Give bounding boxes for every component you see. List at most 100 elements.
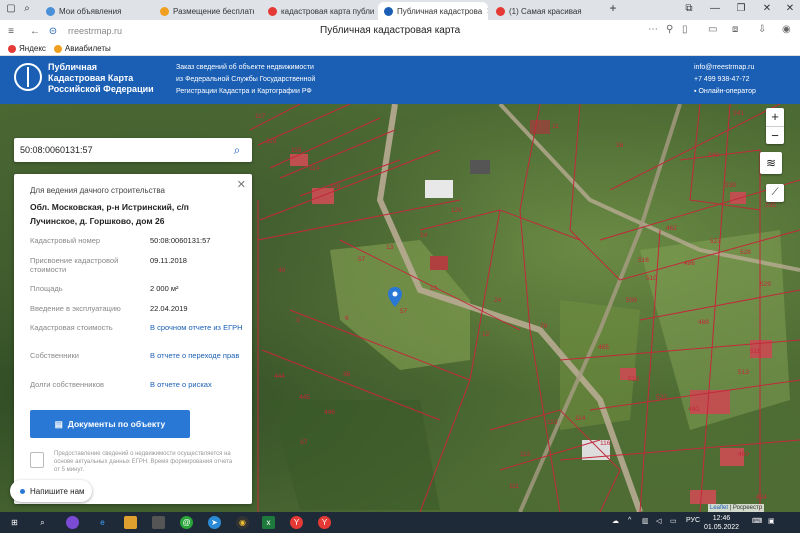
tab-youtube[interactable]: (1) Самая красивая	[490, 2, 598, 20]
zoom-out-button[interactable]: −	[766, 126, 784, 144]
parcel-number-label[interactable]: 13	[430, 285, 438, 292]
parcel-number-label[interactable]: 24	[420, 232, 428, 239]
ime-icon[interactable]: ⌨	[752, 517, 762, 525]
parcel-number-label[interactable]: 113	[547, 419, 558, 426]
contact-email[interactable]: info@rreestrmap.ru	[694, 62, 756, 74]
bookmark-avia[interactable]: Авиабилеты	[53, 44, 111, 53]
search-task-icon[interactable]: ⌕	[36, 516, 49, 529]
parcel-number-label[interactable]: 528	[740, 249, 751, 256]
parcel-number-label[interactable]: 510	[646, 275, 657, 282]
parcel-number-label[interactable]: 57	[358, 256, 366, 263]
parcel-number-label[interactable]: 488	[698, 319, 709, 326]
parcel-number-label[interactable]: 112	[520, 451, 531, 458]
parcel-number-label[interactable]: 115	[291, 147, 302, 154]
start-icon[interactable]: ⊞	[8, 516, 21, 529]
edge-icon[interactable]: e	[96, 516, 109, 529]
new-tab-button[interactable]: +	[606, 1, 620, 15]
excel-icon[interactable]: x	[262, 516, 275, 529]
restore-icon[interactable]: ❐	[734, 3, 748, 14]
file-explorer-icon[interactable]	[124, 516, 137, 529]
owners-link[interactable]: В отчете о переходе прав	[150, 351, 246, 360]
parcel-number-label[interactable]: 490	[688, 406, 699, 413]
extensions-icon[interactable]: ⧈	[732, 24, 738, 35]
parcel-number-label[interactable]: 118	[330, 183, 341, 190]
zoom-in-button[interactable]: +	[766, 108, 784, 126]
yandex-browser-icon-2[interactable]: Y	[318, 516, 331, 529]
parcel-number-label[interactable]: 462	[666, 225, 677, 232]
parcel-number-label[interactable]: 36	[343, 371, 351, 378]
parcel-number-label[interactable]: 444	[274, 373, 285, 380]
parcel-number-label[interactable]: 111	[509, 483, 519, 490]
window-close-icon[interactable]: ✕	[760, 3, 774, 14]
cadastral-search-input[interactable]	[20, 142, 220, 158]
tab-search-icon[interactable]: ⌕	[20, 3, 34, 14]
parcel-number-label[interactable]: 445	[299, 394, 310, 401]
reading-mode-icon[interactable]: ▭	[708, 24, 717, 35]
parcel-number-label[interactable]: 527	[710, 238, 721, 245]
search-icon[interactable]: ⌕	[228, 141, 246, 159]
tab-public-cadastral-map[interactable]: Публичная кадастрова ✕	[378, 2, 488, 20]
parcel-number-label[interactable]: 240	[708, 152, 719, 159]
parcel-number-label[interactable]: 11	[552, 123, 559, 130]
parcel-number-label[interactable]: 516	[638, 257, 649, 264]
url-field[interactable]: rreestrmap.ru	[68, 26, 122, 36]
parcel-number-label[interactable]: 116	[600, 440, 611, 447]
back-icon[interactable]: ←	[28, 26, 42, 37]
parcel-number-label[interactable]: 486	[684, 260, 695, 267]
minimize-icon[interactable]: —	[708, 3, 722, 14]
battery-icon[interactable]: ▭	[670, 517, 677, 525]
parcel-number-label[interactable]: 513	[738, 369, 749, 376]
parcel-number-label[interactable]: 511	[750, 348, 761, 355]
menu-icon[interactable]: ≡	[4, 26, 18, 37]
profile-icon[interactable]: ◉	[782, 24, 791, 35]
ruler-icon[interactable]: ⟋	[766, 184, 784, 202]
parcel-number-label[interactable]: 114	[575, 415, 586, 422]
site-logo-icon[interactable]	[14, 63, 42, 91]
tab-close-icon[interactable]: ✕	[482, 6, 488, 17]
tab-actions-icon[interactable]: ▢	[4, 3, 18, 14]
parcel-number-label[interactable]: 460	[738, 451, 749, 458]
collections-icon[interactable]: ⧉	[682, 3, 696, 14]
parcel-number-label[interactable]: 24	[494, 297, 502, 304]
parcel-number-label[interactable]: 40	[278, 267, 286, 274]
parcel-number-label[interactable]: 76	[540, 323, 548, 330]
parcel-number-label[interactable]: 119	[266, 138, 277, 145]
cadastral-value-link[interactable]: В срочном отчете из ЕГРН	[150, 323, 246, 332]
tab-cadastral-search[interactable]: кадастровая карта публи	[262, 2, 374, 20]
bookmark-icon[interactable]: ▯	[682, 24, 688, 35]
documents-button[interactable]: ▤ Документы по объекту	[30, 410, 190, 438]
parcel-number-label[interactable]: 57	[400, 308, 408, 315]
app-icon[interactable]	[66, 516, 79, 529]
network-icon[interactable]: ▥	[642, 517, 649, 525]
contact-phone[interactable]: +7 499 938-47-72	[694, 74, 756, 86]
parcel-number-label[interactable]: 120	[451, 207, 462, 214]
parcel-number-label[interactable]: 235	[765, 202, 776, 209]
store-icon[interactable]	[152, 516, 165, 529]
tray-chevron-icon[interactable]: ^	[628, 517, 631, 524]
telegram-icon[interactable]: ➤	[208, 516, 221, 529]
volume-icon[interactable]: ◁	[656, 517, 661, 525]
site-lock-icon[interactable]: ⊝	[46, 26, 60, 37]
online-operator-link[interactable]: ▪ Онлайн-оператор	[694, 86, 756, 98]
window-close-icon-2[interactable]: ✕	[783, 3, 797, 14]
parcel-number-label[interactable]: 529	[760, 281, 771, 288]
notifications-icon[interactable]: ▣	[768, 517, 775, 525]
system-clock[interactable]: 12:46 01.05.2022	[704, 514, 739, 532]
tab-my-ads[interactable]: Мои объявления	[40, 2, 150, 20]
parcel-number-label[interactable]: 509	[626, 297, 637, 304]
debts-link[interactable]: В отчете о рисках	[150, 380, 246, 389]
write-us-button[interactable]: Напишите нам	[10, 480, 92, 502]
language-indicator[interactable]: РУС	[686, 517, 700, 524]
parcel-number-label[interactable]: 241	[733, 110, 744, 117]
site-brand[interactable]: Публичная Кадастровая Карта Российской Ф…	[48, 62, 154, 95]
parcel-number-label[interactable]: 6	[345, 315, 349, 322]
weather-icon[interactable]: ☁	[612, 517, 619, 525]
parcel-number-label[interactable]: 522	[656, 394, 667, 401]
parcel-number-label[interactable]: 465	[598, 344, 609, 351]
parcel-number-label[interactable]: 37	[300, 439, 308, 446]
parcel-number-label[interactable]: 523	[628, 376, 639, 383]
parcel-number-label[interactable]: 12	[482, 331, 490, 338]
parcel-number-label[interactable]: 424	[756, 494, 767, 501]
eye-app-icon[interactable]: ◉	[236, 516, 249, 529]
ellipsis-icon[interactable]: ⋯	[648, 24, 658, 35]
